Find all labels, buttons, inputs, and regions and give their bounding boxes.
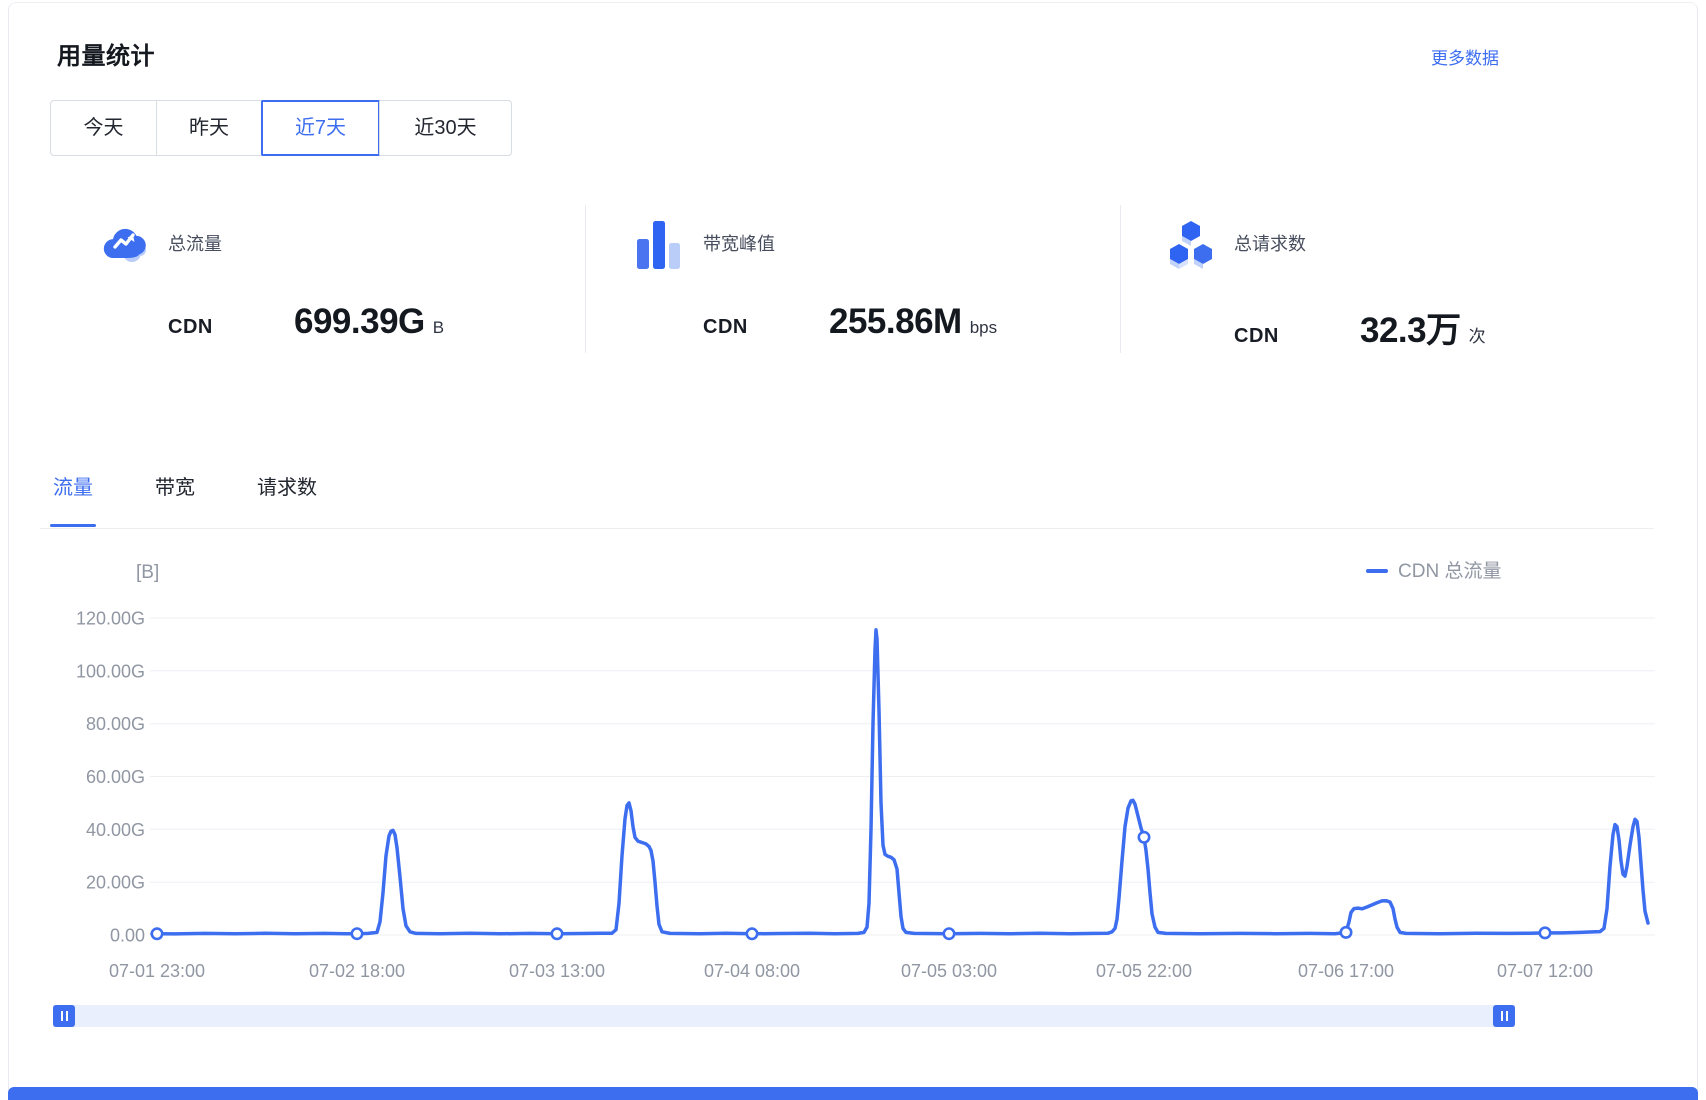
- datazoom-left-handle[interactable]: [53, 1005, 75, 1027]
- bottom-scrollbar[interactable]: [8, 1087, 1698, 1100]
- datazoom-right-handle[interactable]: [1493, 1005, 1515, 1027]
- svg-text:07-04 08:00: 07-04 08:00: [704, 961, 800, 981]
- svg-text:120.00G: 120.00G: [76, 609, 145, 629]
- svg-text:07-06 17:00: 07-06 17:00: [1298, 961, 1394, 981]
- svg-text:100.00G: 100.00G: [76, 661, 145, 681]
- svg-text:60.00G: 60.00G: [86, 767, 145, 787]
- datazoom-slider-track[interactable]: [53, 1005, 1515, 1027]
- svg-text:07-01 23:00: 07-01 23:00: [109, 961, 205, 981]
- svg-text:40.00G: 40.00G: [86, 820, 145, 840]
- svg-text:0.00: 0.00: [110, 926, 145, 946]
- svg-text:80.00G: 80.00G: [86, 714, 145, 734]
- svg-text:07-07 12:00: 07-07 12:00: [1497, 961, 1593, 981]
- svg-text:07-05 03:00: 07-05 03:00: [901, 961, 997, 981]
- svg-text:07-02 18:00: 07-02 18:00: [309, 961, 405, 981]
- svg-text:20.00G: 20.00G: [86, 873, 145, 893]
- svg-text:07-05 22:00: 07-05 22:00: [1096, 961, 1192, 981]
- usage-statistics-panel: 用量统计 更多数据 今天 昨天 近7天 近30天 总流量 CDN 699.39G…: [0, 0, 1706, 1100]
- traffic-line-chart[interactable]: 0.00 20.00G 40.00G 60.00G 80.00G 100.00G 120.0…: [0, 0, 1706, 1100]
- svg-text:07-03 13:00: 07-03 13:00: [509, 961, 605, 981]
